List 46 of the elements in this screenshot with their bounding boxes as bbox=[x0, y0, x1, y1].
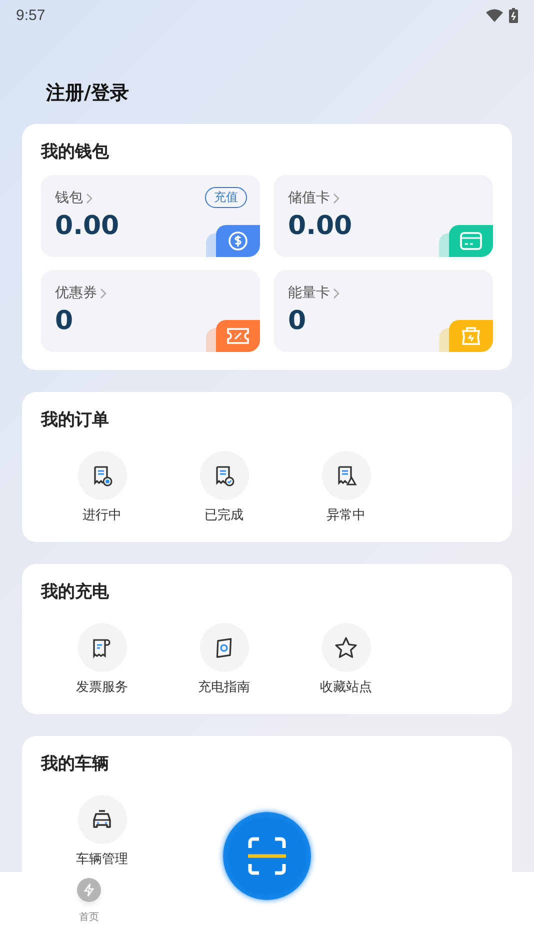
shortcut-label[interactable]: 已完成 bbox=[204, 506, 244, 524]
shortcut-icon-circle[interactable] bbox=[322, 623, 370, 672]
shortcut-label[interactable]: 异常中 bbox=[326, 506, 366, 524]
scan-icon bbox=[246, 835, 288, 877]
battery-icon bbox=[509, 8, 518, 22]
tile-amount: 0 bbox=[55, 306, 74, 336]
recharge-button[interactable]: 充值 bbox=[205, 187, 247, 208]
bag-icon bbox=[460, 326, 482, 346]
star-icon bbox=[333, 634, 359, 660]
wallet-tile[interactable]: 优惠券 0 bbox=[41, 270, 260, 352]
login-link[interactable]: 注册/登录 bbox=[46, 80, 534, 110]
chevron-icon bbox=[100, 288, 107, 298]
tile-label: 钱包 bbox=[55, 189, 83, 207]
shortcut-label[interactable]: 进行中 bbox=[82, 506, 122, 524]
tile-amount: 0 bbox=[288, 306, 308, 336]
tile-amount: 0.00 bbox=[55, 211, 120, 241]
dollar-icon bbox=[228, 231, 248, 251]
nav-tab[interactable]: 首页 bbox=[79, 910, 99, 924]
wifi-icon bbox=[486, 8, 503, 22]
shortcut-icon-circle[interactable] bbox=[78, 451, 126, 500]
chevron-icon bbox=[333, 192, 340, 204]
wallet-tile[interactable]: 钱包 充值 0.00 bbox=[41, 175, 260, 257]
section-heading: 我的充电 bbox=[41, 581, 110, 603]
wallet-tile[interactable]: 能量卡 0 bbox=[274, 270, 493, 352]
tile-label: 能量卡 bbox=[288, 284, 330, 302]
tile-label: 储值卡 bbox=[288, 189, 330, 207]
shortcut-icon-circle[interactable] bbox=[200, 451, 248, 500]
card-icon bbox=[460, 232, 482, 250]
shortcut-icon-circle[interactable] bbox=[200, 623, 248, 672]
coupon-icon bbox=[227, 327, 249, 345]
chevron-icon bbox=[86, 192, 93, 204]
shortcut-label[interactable]: 车辆管理 bbox=[76, 850, 128, 868]
shortcut-label[interactable]: 充电指南 bbox=[198, 678, 250, 696]
shortcut-icon-circle[interactable] bbox=[78, 795, 126, 844]
section-heading: 我的车辆 bbox=[41, 753, 110, 775]
section-heading: 我的钱包 bbox=[41, 141, 110, 163]
wallet-tile[interactable]: 储值卡 0.00 bbox=[274, 175, 493, 257]
shortcut-icon-circle[interactable] bbox=[322, 451, 370, 500]
tile-label: 优惠券 bbox=[55, 284, 97, 302]
shortcut-icon-circle[interactable] bbox=[78, 623, 126, 672]
section-heading: 我的订单 bbox=[41, 409, 110, 431]
shortcut-label[interactable]: 发票服务 bbox=[76, 678, 128, 696]
chevron-icon bbox=[333, 288, 340, 298]
tile-amount: 0.00 bbox=[288, 211, 354, 241]
shortcut-label[interactable]: 收藏站点 bbox=[320, 678, 372, 696]
status-time: 9:57 bbox=[16, 6, 46, 24]
